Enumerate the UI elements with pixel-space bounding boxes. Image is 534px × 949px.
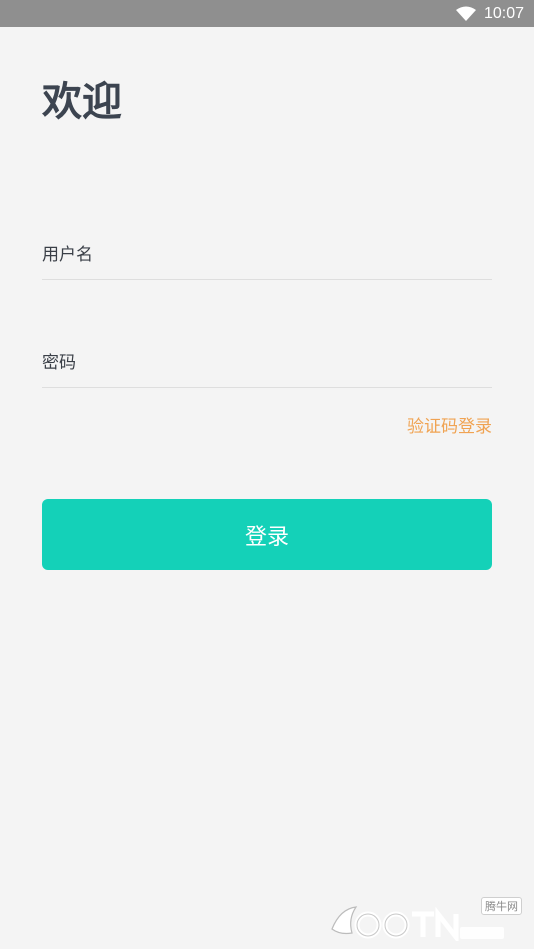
wifi-icon	[455, 6, 476, 21]
password-input[interactable]	[42, 338, 492, 387]
watermark-logo	[331, 906, 504, 941]
watermark: 腾牛网	[326, 897, 526, 943]
password-field-container	[42, 338, 492, 388]
status-bar: 10:07	[0, 0, 534, 27]
watermark-label: 腾牛网	[481, 897, 522, 915]
page-title: 欢迎	[42, 79, 122, 125]
sms-login-link[interactable]: 验证码登录	[407, 412, 492, 437]
username-input[interactable]	[42, 230, 492, 279]
status-time: 10:07	[483, 4, 524, 22]
login-button[interactable]: 登录	[42, 499, 492, 570]
username-field-container	[42, 230, 492, 280]
